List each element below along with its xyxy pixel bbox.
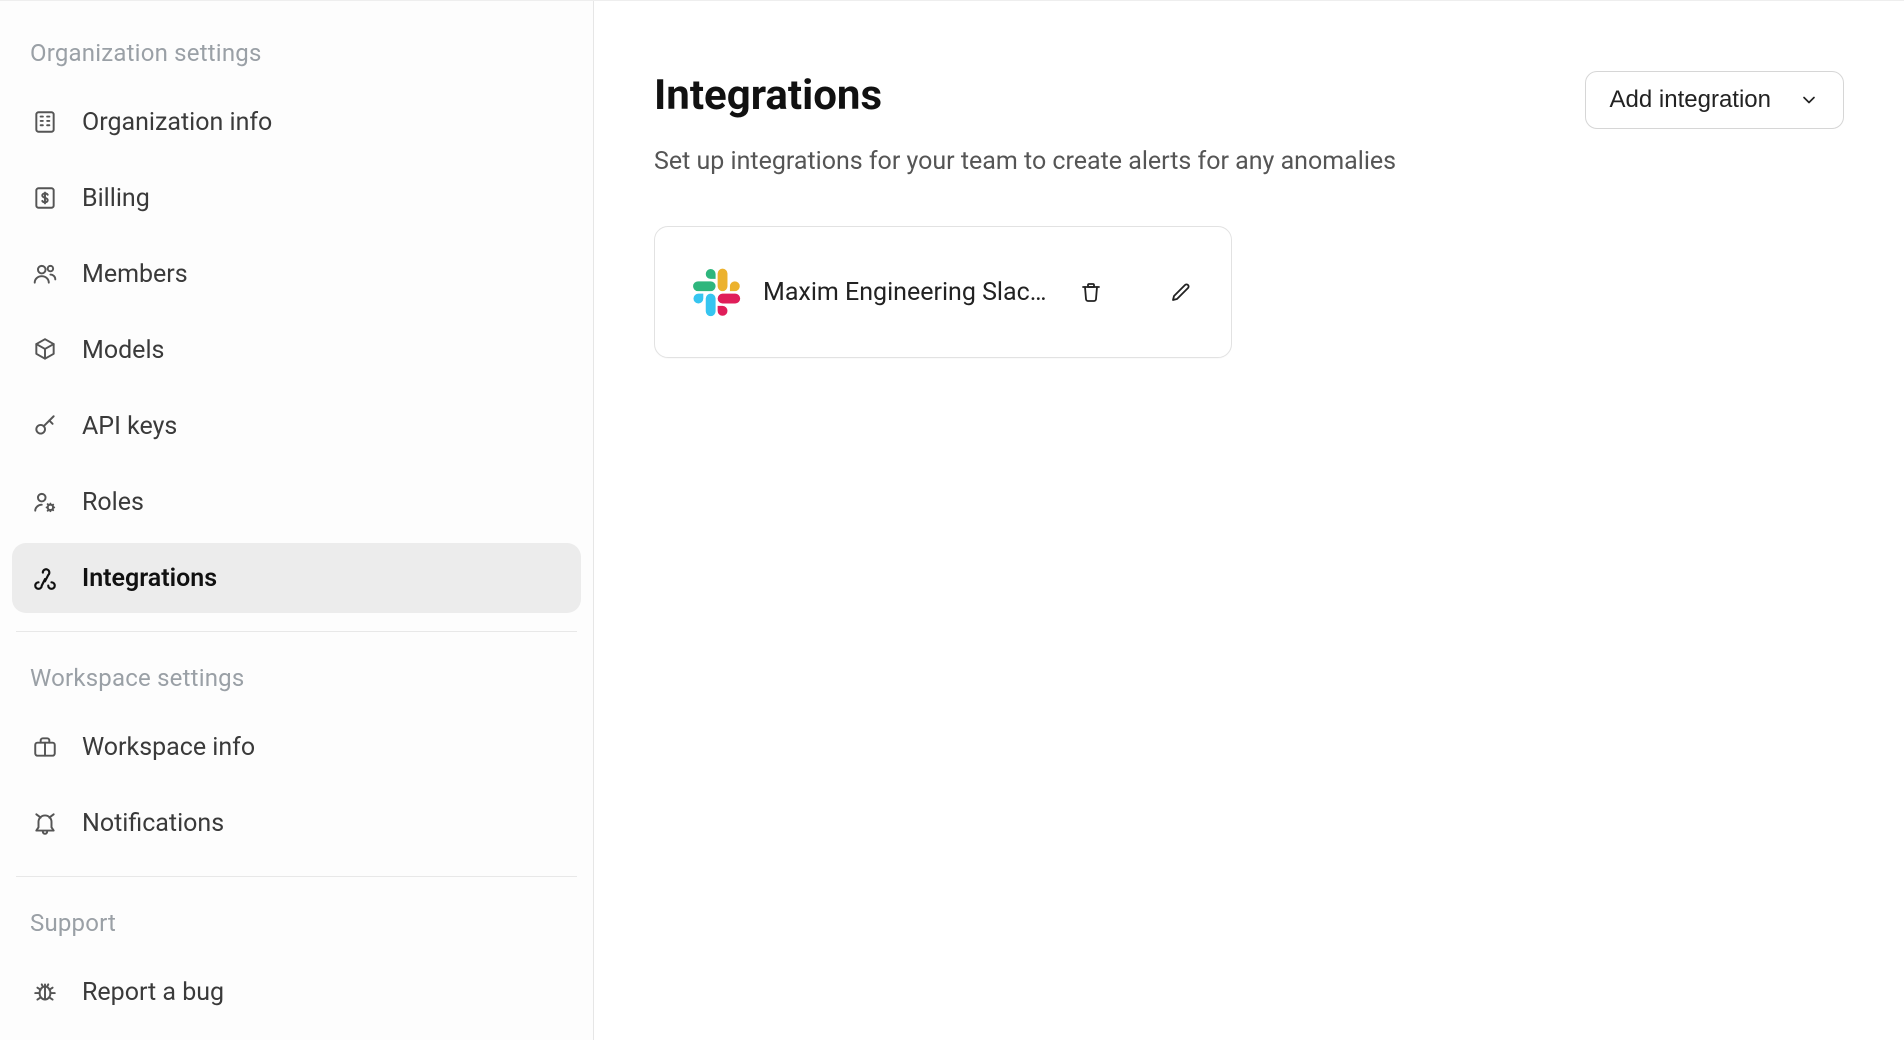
sidebar-item-label: Roles (82, 488, 144, 517)
sidebar-item-models[interactable]: Models (12, 315, 581, 385)
page-title: Integrations (654, 71, 882, 120)
users-icon (30, 259, 60, 289)
sidebar-item-workspace-info[interactable]: Workspace info (12, 712, 581, 782)
chevron-down-icon (1799, 90, 1819, 110)
cube-icon (30, 335, 60, 365)
dollar-receipt-icon (30, 183, 60, 213)
bell-icon (30, 808, 60, 838)
sidebar-item-notifications[interactable]: Notifications (12, 788, 581, 858)
main-content: Integrations Add integration Set up inte… (594, 1, 1904, 1040)
key-icon (30, 411, 60, 441)
sidebar-item-label: Models (82, 336, 164, 365)
delete-integration-button[interactable] (1077, 278, 1105, 306)
sidebar-item-members[interactable]: Members (12, 239, 581, 309)
add-integration-label: Add integration (1610, 86, 1771, 114)
integration-name: Maxim Engineering Slack ... (763, 278, 1051, 307)
bug-icon (30, 977, 60, 1007)
user-gear-icon (30, 487, 60, 517)
sidebar-item-label: Report a bug (82, 978, 224, 1007)
sidebar-item-roles[interactable]: Roles (12, 467, 581, 537)
sidebar-item-api-keys[interactable]: API keys (12, 391, 581, 461)
sidebar-item-report-bug[interactable]: Report a bug (12, 957, 581, 1027)
sidebar-item-label: Members (82, 260, 188, 289)
sidebar-item-organization-info[interactable]: Organization info (12, 87, 581, 157)
sidebar-item-label: Notifications (82, 809, 224, 838)
slack-icon (691, 267, 741, 317)
sidebar-item-label: Organization info (82, 108, 272, 137)
section-heading-support: Support (12, 895, 581, 957)
page-subtitle: Set up integrations for your team to cre… (654, 147, 1654, 176)
settings-sidebar: Organization settings Organization info … (0, 1, 594, 1040)
sidebar-item-label: API keys (82, 412, 177, 441)
sidebar-item-billing[interactable]: Billing (12, 163, 581, 233)
sidebar-item-label: Billing (82, 184, 150, 213)
integration-card: Maxim Engineering Slack ... (654, 226, 1232, 358)
section-heading-organization: Organization settings (12, 25, 581, 87)
building-icon (30, 107, 60, 137)
sidebar-item-integrations[interactable]: Integrations (12, 543, 581, 613)
divider (16, 876, 577, 877)
add-integration-button[interactable]: Add integration (1585, 71, 1844, 129)
divider (16, 631, 577, 632)
section-heading-workspace: Workspace settings (12, 650, 581, 712)
webhook-icon (30, 563, 60, 593)
sidebar-item-label: Integrations (82, 564, 217, 593)
edit-integration-button[interactable] (1167, 278, 1195, 306)
briefcase-icon (30, 732, 60, 762)
sidebar-item-label: Workspace info (82, 733, 255, 762)
